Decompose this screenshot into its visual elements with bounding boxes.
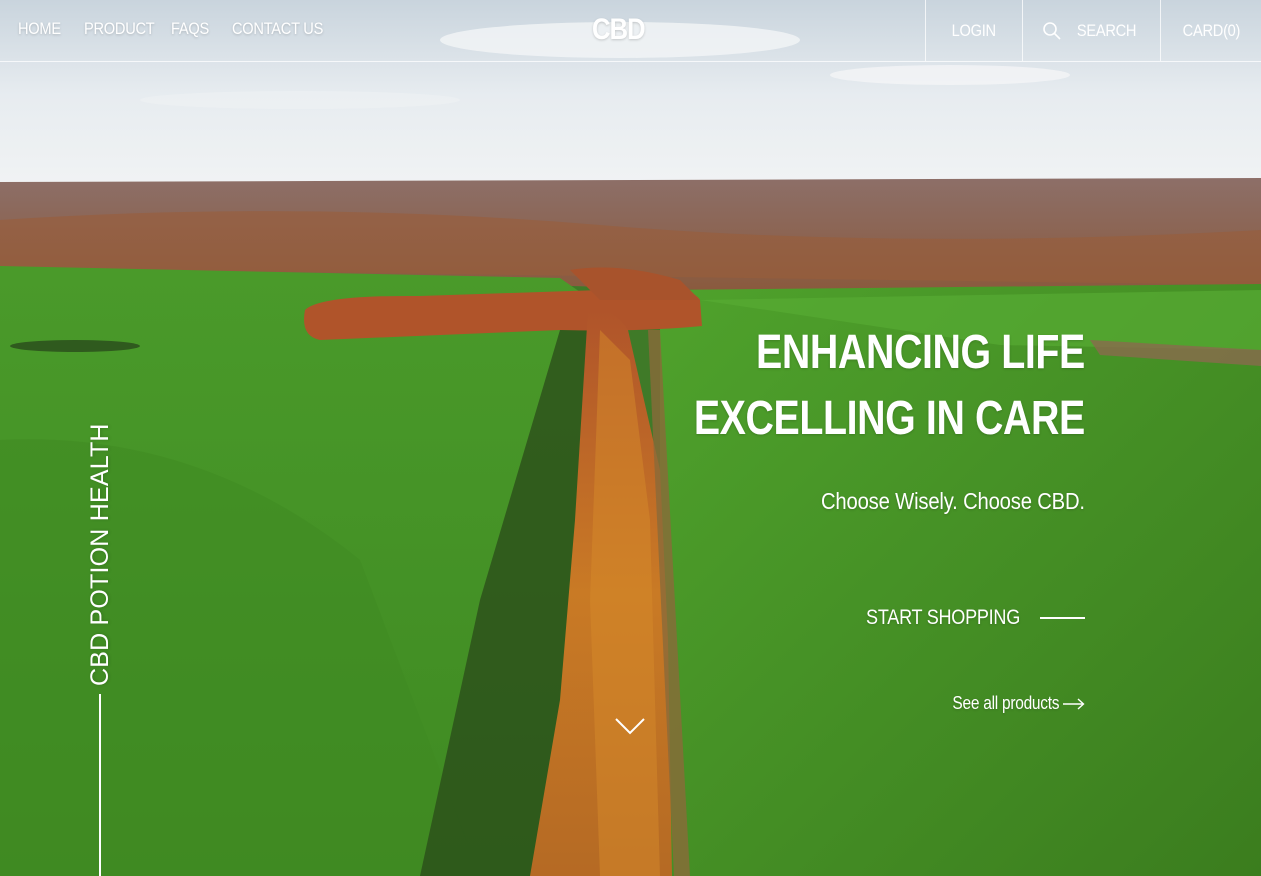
- hero-tagline: Choose Wisely. Choose CBD.: [821, 488, 1085, 514]
- see-all-products-link[interactable]: See all products: [935, 690, 1085, 716]
- top-navbar: HOME PRODUCT FAQS CONTACT US CBD LOGIN S…: [0, 0, 1261, 62]
- nav-link-product[interactable]: PRODUCT: [84, 19, 155, 39]
- headline-line-1: ENHANCING LIFE: [756, 326, 1085, 379]
- side-brand-text: CBD POTION HEALTH: [86, 423, 114, 686]
- nav-link-contact-us[interactable]: CONTACT US: [232, 19, 323, 39]
- search-button[interactable]: SEARCH: [1022, 0, 1160, 61]
- side-brand: CBD POTION HEALTH: [84, 423, 116, 686]
- cart-button[interactable]: CARD(0): [1160, 0, 1261, 61]
- headline-line-2: EXCELLING IN CARE: [693, 392, 1085, 445]
- login-button[interactable]: LOGIN: [925, 0, 1022, 61]
- site-logo[interactable]: CBD: [592, 13, 646, 47]
- nav-link-home[interactable]: HOME: [18, 19, 61, 39]
- login-label: LOGIN: [951, 20, 997, 40]
- hero-headline: ENHANCING LIFE EXCELLING IN CARE: [694, 320, 1085, 452]
- chevron-down-icon[interactable]: [614, 716, 646, 736]
- arrow-right-icon: [1063, 697, 1085, 710]
- start-shopping-button[interactable]: START SHOPPING: [841, 604, 1085, 632]
- search-icon: [1042, 21, 1062, 41]
- search-label: SEARCH: [1076, 20, 1137, 40]
- cart-label: CARD(0): [1182, 20, 1240, 40]
- nav-link-faqs[interactable]: FAQS: [171, 19, 209, 39]
- side-divider-line: [99, 694, 101, 876]
- hero-section: HOME PRODUCT FAQS CONTACT US CBD LOGIN S…: [0, 0, 1261, 876]
- start-shopping-label: START SHOPPING: [866, 606, 1020, 629]
- cta-line-decoration: [1040, 617, 1085, 619]
- see-all-products-label: See all products: [952, 692, 1059, 713]
